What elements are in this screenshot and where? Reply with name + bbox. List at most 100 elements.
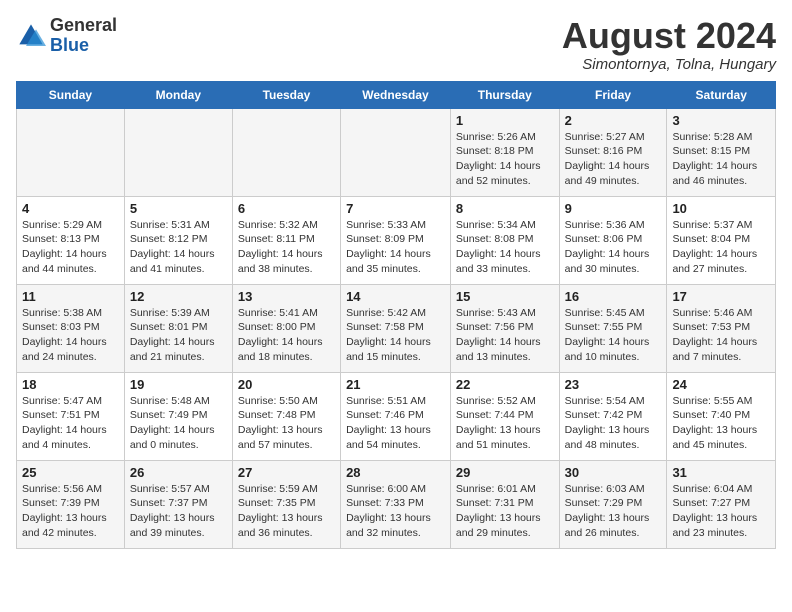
day-info: Sunrise: 5:28 AM Sunset: 8:15 PM Dayligh…: [672, 130, 770, 189]
calendar-day-cell: 24 Sunrise: 5:55 AM Sunset: 7:40 PM Dayli…: [667, 372, 776, 460]
day-number: 23: [565, 377, 662, 392]
day-number: 16: [565, 289, 662, 304]
logo-blue-text: Blue: [50, 35, 89, 55]
day-number: 10: [672, 201, 770, 216]
day-info: Sunrise: 5:59 AM Sunset: 7:35 PM Dayligh…: [238, 482, 335, 541]
calendar-day-cell: 10Sunrise: 5:37 AM Sunset: 8:04 PM Dayli…: [667, 196, 776, 284]
calendar-day-cell: 12Sunrise: 5:39 AM Sunset: 8:01 PM Dayli…: [124, 284, 232, 372]
day-info: Sunrise: 5:29 AM Sunset: 8:13 PM Dayligh…: [22, 218, 119, 277]
day-info: Sunrise: 5:56 AM Sunset: 7:39 PM Dayligh…: [22, 482, 119, 541]
calendar-day-cell: 13Sunrise: 5:41 AM Sunset: 8:00 PM Dayli…: [232, 284, 340, 372]
calendar-day-cell: 9Sunrise: 5:36 AM Sunset: 8:06 PM Daylig…: [559, 196, 667, 284]
day-number: 13: [238, 289, 335, 304]
day-info: Sunrise: 6:04 AM Sunset: 7:27 PM Dayligh…: [672, 482, 770, 541]
day-info: Sunrise: 5:26 AM Sunset: 8:18 PM Dayligh…: [456, 130, 554, 189]
day-number: 20: [238, 377, 335, 392]
day-number: 3: [672, 113, 770, 128]
day-number: 26: [130, 465, 227, 480]
calendar-empty-cell: [17, 108, 125, 196]
day-number: 17: [672, 289, 770, 304]
day-number: 14: [346, 289, 445, 304]
calendar-day-cell: 18 Sunrise: 5:47 AM Sunset: 7:51 PM Dayli…: [17, 372, 125, 460]
weekday-header-saturday: Saturday: [667, 81, 776, 108]
day-number: 27: [238, 465, 335, 480]
calendar-day-cell: 27 Sunrise: 5:59 AM Sunset: 7:35 PM Dayli…: [232, 460, 340, 548]
weekday-header-wednesday: Wednesday: [341, 81, 451, 108]
day-number: 8: [456, 201, 554, 216]
weekday-header-sunday: Sunday: [17, 81, 125, 108]
day-number: 21: [346, 377, 445, 392]
day-info: Sunrise: 5:54 AM Sunset: 7:42 PM Dayligh…: [565, 394, 662, 453]
calendar-day-cell: 23 Sunrise: 5:54 AM Sunset: 7:42 PM Dayli…: [559, 372, 667, 460]
day-info: Sunrise: 6:01 AM Sunset: 7:31 PM Dayligh…: [456, 482, 554, 541]
calendar-day-cell: 31 Sunrise: 6:04 AM Sunset: 7:27 PM Dayli…: [667, 460, 776, 548]
calendar-day-cell: 8 Sunrise: 5:34 AM Sunset: 8:08 PM Daylig…: [450, 196, 559, 284]
day-number: 11: [22, 289, 119, 304]
calendar-day-cell: 4 Sunrise: 5:29 AM Sunset: 8:13 PM Daylig…: [17, 196, 125, 284]
day-info: Sunrise: 5:55 AM Sunset: 7:40 PM Dayligh…: [672, 394, 770, 453]
day-number: 18: [22, 377, 119, 392]
calendar-day-cell: 22Sunrise: 5:52 AM Sunset: 7:44 PM Dayli…: [450, 372, 559, 460]
day-info: Sunrise: 5:33 AM Sunset: 8:09 PM Dayligh…: [346, 218, 445, 277]
day-number: 5: [130, 201, 227, 216]
day-number: 19: [130, 377, 227, 392]
calendar-body: 1 Sunrise: 5:26 AM Sunset: 8:18 PM Daylig…: [17, 108, 776, 548]
calendar-day-cell: 7 Sunrise: 5:33 AM Sunset: 8:09 PM Daylig…: [341, 196, 451, 284]
day-number: 22: [456, 377, 554, 392]
calendar-day-cell: 15 Sunrise: 5:43 AM Sunset: 7:56 PM Dayli…: [450, 284, 559, 372]
calendar-header: SundayMondayTuesdayWednesdayThursdayFrid…: [17, 81, 776, 108]
day-number: 30: [565, 465, 662, 480]
calendar-empty-cell: [341, 108, 451, 196]
weekday-header-monday: Monday: [124, 81, 232, 108]
calendar-empty-cell: [232, 108, 340, 196]
day-info: Sunrise: 5:45 AM Sunset: 7:55 PM Dayligh…: [565, 306, 662, 365]
day-info: Sunrise: 5:46 AM Sunset: 7:53 PM Dayligh…: [672, 306, 770, 365]
day-info: Sunrise: 5:51 AM Sunset: 7:46 PM Dayligh…: [346, 394, 445, 453]
weekday-header-tuesday: Tuesday: [232, 81, 340, 108]
day-info: Sunrise: 5:31 AM Sunset: 8:12 PM Dayligh…: [130, 218, 227, 277]
calendar-day-cell: 2Sunrise: 5:27 AM Sunset: 8:16 PM Daylig…: [559, 108, 667, 196]
day-info: Sunrise: 5:34 AM Sunset: 8:08 PM Dayligh…: [456, 218, 554, 277]
weekday-header-thursday: Thursday: [450, 81, 559, 108]
day-info: Sunrise: 5:38 AM Sunset: 8:03 PM Dayligh…: [22, 306, 119, 365]
day-number: 1: [456, 113, 554, 128]
day-number: 15: [456, 289, 554, 304]
calendar-day-cell: 28 Sunrise: 6:00 AM Sunset: 7:33 PM Dayli…: [341, 460, 451, 548]
weekday-header-row: SundayMondayTuesdayWednesdayThursdayFrid…: [17, 81, 776, 108]
location-subtitle: Simontornya, Tolna, Hungary: [562, 56, 776, 73]
day-info: Sunrise: 5:32 AM Sunset: 8:11 PM Dayligh…: [238, 218, 335, 277]
logo-text: General Blue: [50, 16, 117, 56]
day-info: Sunrise: 5:57 AM Sunset: 7:37 PM Dayligh…: [130, 482, 227, 541]
day-info: Sunrise: 5:36 AM Sunset: 8:06 PM Dayligh…: [565, 218, 662, 277]
calendar-day-cell: 30 Sunrise: 6:03 AM Sunset: 7:29 PM Dayli…: [559, 460, 667, 548]
day-info: Sunrise: 6:03 AM Sunset: 7:29 PM Dayligh…: [565, 482, 662, 541]
day-number: 29: [456, 465, 554, 480]
page-header: General Blue August 2024 Simontornya, To…: [16, 16, 776, 73]
calendar-week-row: 25Sunrise: 5:56 AM Sunset: 7:39 PM Dayli…: [17, 460, 776, 548]
day-number: 12: [130, 289, 227, 304]
weekday-header-friday: Friday: [559, 81, 667, 108]
day-number: 24: [672, 377, 770, 392]
calendar-day-cell: 19Sunrise: 5:48 AM Sunset: 7:49 PM Dayli…: [124, 372, 232, 460]
calendar-empty-cell: [124, 108, 232, 196]
logo-icon: [16, 21, 46, 51]
calendar-day-cell: 1 Sunrise: 5:26 AM Sunset: 8:18 PM Daylig…: [450, 108, 559, 196]
day-info: Sunrise: 5:47 AM Sunset: 7:51 PM Dayligh…: [22, 394, 119, 453]
calendar-week-row: 4 Sunrise: 5:29 AM Sunset: 8:13 PM Daylig…: [17, 196, 776, 284]
day-number: 4: [22, 201, 119, 216]
calendar-day-cell: 14Sunrise: 5:42 AM Sunset: 7:58 PM Dayli…: [341, 284, 451, 372]
day-number: 28: [346, 465, 445, 480]
calendar-week-row: 18 Sunrise: 5:47 AM Sunset: 7:51 PM Dayli…: [17, 372, 776, 460]
calendar-table: SundayMondayTuesdayWednesdayThursdayFrid…: [16, 81, 776, 549]
day-number: 31: [672, 465, 770, 480]
day-info: Sunrise: 5:27 AM Sunset: 8:16 PM Dayligh…: [565, 130, 662, 189]
calendar-day-cell: 3 Sunrise: 5:28 AM Sunset: 8:15 PM Daylig…: [667, 108, 776, 196]
logo-general-text: General: [50, 15, 117, 35]
day-number: 6: [238, 201, 335, 216]
calendar-day-cell: 21 Sunrise: 5:51 AM Sunset: 7:46 PM Dayli…: [341, 372, 451, 460]
logo: General Blue: [16, 16, 117, 56]
calendar-day-cell: 29 Sunrise: 6:01 AM Sunset: 7:31 PM Dayli…: [450, 460, 559, 548]
day-info: Sunrise: 6:00 AM Sunset: 7:33 PM Dayligh…: [346, 482, 445, 541]
day-info: Sunrise: 5:43 AM Sunset: 7:56 PM Dayligh…: [456, 306, 554, 365]
day-number: 7: [346, 201, 445, 216]
